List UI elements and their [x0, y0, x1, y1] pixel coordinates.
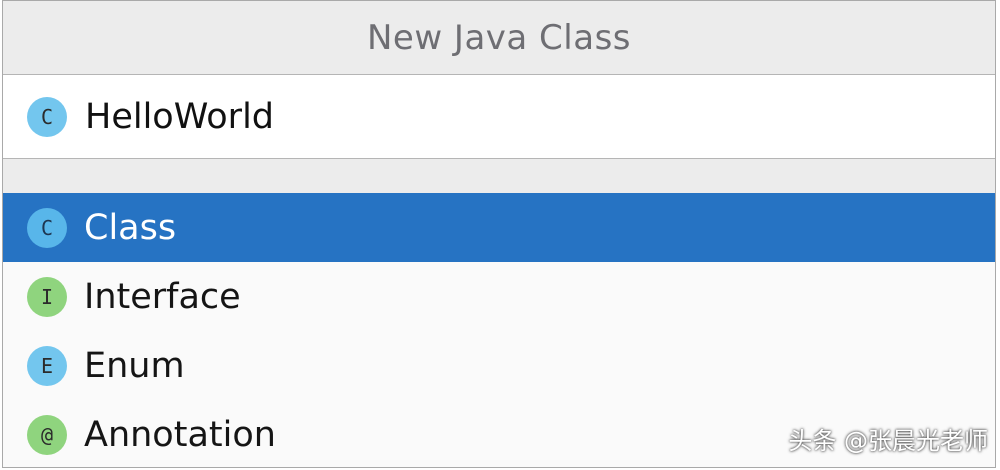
kind-list: C Class I Interface E Enum @ Annotation	[3, 193, 995, 467]
class-name-row: C	[3, 75, 995, 159]
class-icon: C	[27, 96, 67, 137]
kind-label: Annotation	[84, 414, 276, 455]
kind-item-enum[interactable]: E Enum	[3, 331, 995, 400]
new-java-class-dialog: New Java Class C C Class I Interface E E…	[2, 0, 996, 468]
annotation-icon: @	[27, 414, 67, 455]
separator	[3, 159, 995, 193]
dialog-title-bar: New Java Class	[3, 1, 995, 75]
enum-icon: E	[27, 345, 67, 386]
class-icon: C	[27, 207, 67, 248]
dialog-title: New Java Class	[366, 17, 632, 58]
class-name-input[interactable]	[85, 96, 885, 137]
kind-label: Class	[84, 207, 177, 248]
kind-label: Enum	[84, 345, 185, 386]
kind-label: Interface	[84, 276, 241, 317]
kind-item-annotation[interactable]: @ Annotation	[3, 400, 995, 467]
kind-item-class[interactable]: C Class	[3, 193, 995, 262]
interface-icon: I	[27, 276, 67, 317]
kind-item-interface[interactable]: I Interface	[3, 262, 995, 331]
